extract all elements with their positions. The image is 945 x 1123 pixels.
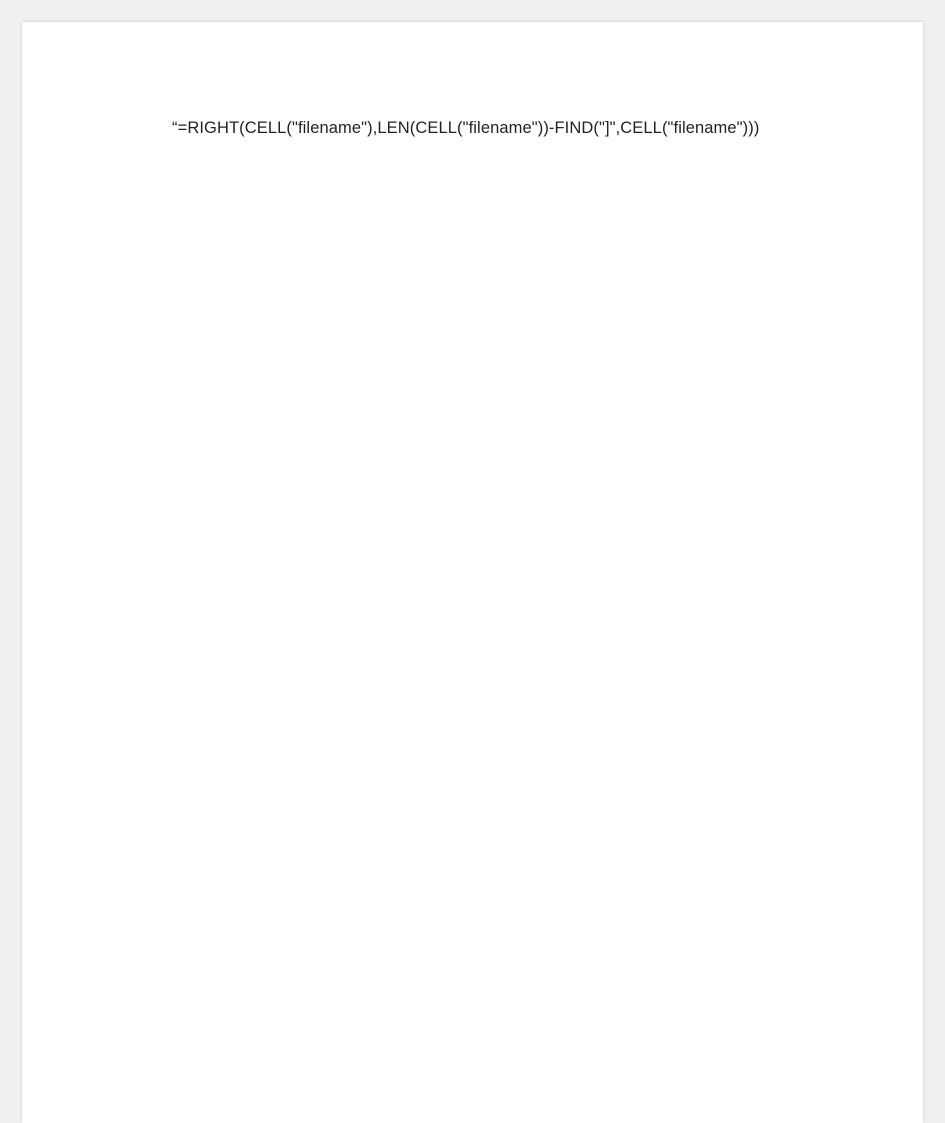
formula-text: “=RIGHT(CELL("filename"),LEN(CELL("filen… [172, 119, 833, 138]
document-page: “=RIGHT(CELL("filename"),LEN(CELL("filen… [22, 22, 923, 1123]
